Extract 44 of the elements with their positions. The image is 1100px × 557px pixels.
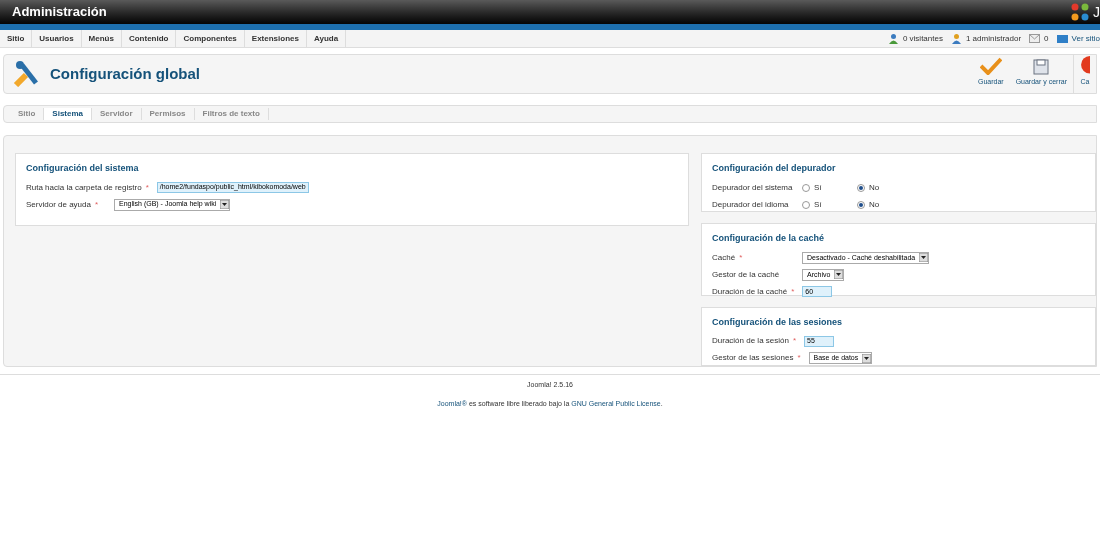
tools-icon	[12, 61, 40, 87]
cancel-icon	[1080, 55, 1090, 75]
menu-item[interactable]: Componentes	[176, 30, 245, 47]
field-label: Ruta hacia la carpeta de registro *	[26, 181, 149, 194]
status-text: 1 administrador	[965, 32, 1022, 45]
field-label: Duración de la caché *	[712, 285, 795, 298]
status-text: 0 visitantes	[902, 32, 943, 45]
menu-item[interactable]: Menús	[81, 30, 122, 47]
radio-label: No	[869, 198, 880, 211]
logo-text: J	[1093, 5, 1100, 19]
caret-icon	[919, 253, 929, 263]
menu-item[interactable]: Ayuda	[306, 30, 347, 47]
mail-icon	[1029, 34, 1041, 43]
field-label: Servidor de ayuda *	[26, 198, 100, 211]
radio-button[interactable]	[857, 183, 865, 192]
caret-icon	[834, 270, 844, 280]
checkmark-icon	[979, 56, 1002, 75]
menu-item[interactable]: Contenido	[121, 30, 177, 47]
field-label: Caché *	[712, 251, 744, 264]
user-icon	[950, 33, 962, 44]
menu-item[interactable]: Sitio	[0, 30, 33, 47]
tab[interactable]: Sistema	[44, 108, 93, 120]
logo-icon	[1071, 3, 1089, 21]
caret-icon	[220, 200, 230, 209]
radio-button[interactable]	[802, 200, 810, 209]
field-label: Duración de la sesión *	[712, 335, 797, 348]
status-text[interactable]: Ver sitio	[1071, 32, 1100, 45]
field-label: Gestor de la caché	[712, 268, 781, 281]
status-text: 0	[1044, 32, 1049, 45]
radio-button[interactable]	[802, 183, 810, 192]
field-label: Depurador del idioma	[712, 198, 790, 211]
field-label: Depurador del sistema	[712, 181, 794, 194]
field-label: Gestor de las sesiones *	[712, 352, 801, 365]
radio-label: Sí	[814, 181, 822, 194]
monitor-icon	[1056, 34, 1068, 43]
radio-label: Sí	[814, 198, 822, 211]
caret-icon	[862, 353, 872, 363]
menu-item[interactable]: Usuarios	[32, 30, 82, 47]
radio-label: No	[869, 181, 880, 194]
radio-button[interactable]	[857, 200, 865, 209]
header-title: Administración	[12, 3, 107, 22]
menu-item[interactable]: Extensiones	[244, 30, 307, 47]
page-title: Configuración global	[50, 63, 200, 84]
user-icon	[887, 33, 899, 44]
